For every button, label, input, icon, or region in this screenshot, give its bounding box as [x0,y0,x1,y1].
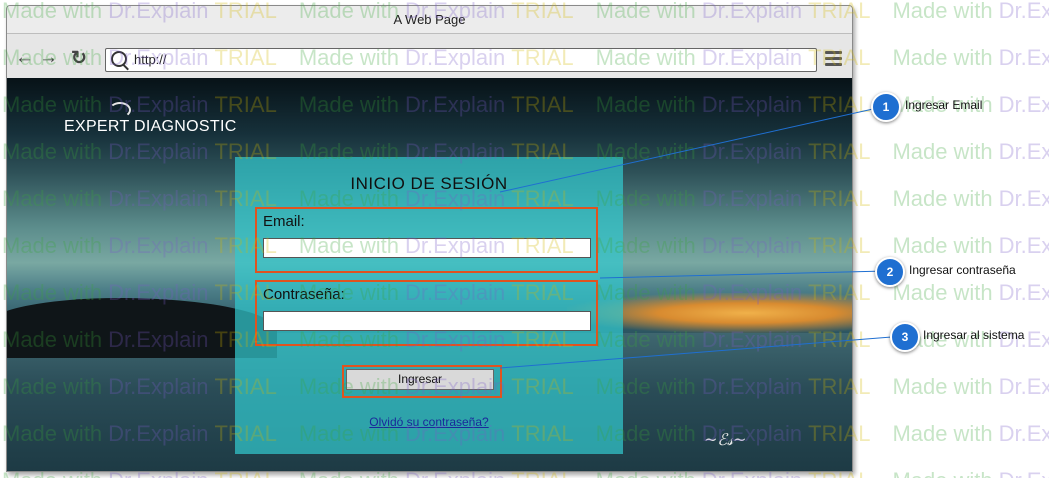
address-text: http:// [134,52,167,67]
email-field[interactable] [263,238,591,258]
forward-arrow-icon[interactable]: → [39,47,58,69]
browser-toolbar: ← → ↻ http:// [7,41,852,77]
login-button[interactable]: Ingresar [346,369,494,390]
artist-signature: ~ℰ𝓈~ [704,430,747,449]
reload-icon[interactable]: ↻ [71,47,87,70]
browser-window: A Web Page ← → ↻ http:// EXPERT DIAGNOST… [6,5,853,472]
callout-label-3: Ingresar al sistema [923,328,1025,342]
brand-title: EXPERT DIAGNOSTIC [64,118,237,135]
login-panel: INICIO DE SESIÓN Email: Contraseña: Ingr… [235,157,623,454]
logo-icon [109,102,131,118]
search-icon [111,51,127,67]
email-group: Email: [255,207,598,273]
window-title: A Web Page [7,6,852,34]
address-bar[interactable]: http:// [105,48,817,72]
callout-badge-1: 1 [871,92,901,122]
forgot-password-link[interactable]: Olvidó su contraseña? [235,415,623,429]
login-title: INICIO DE SESIÓN [350,174,508,193]
page-content: EXPERT DIAGNOSTIC ~ℰ𝓈~ INICIO DE SESIÓN … [7,78,852,471]
password-group: Contraseña: [255,280,598,346]
submit-highlight: Ingresar [342,365,502,398]
callout-label-2: Ingresar contraseña [909,263,1016,277]
callout-badge-3: 3 [890,322,920,352]
callout-label-1: Ingresar Email [905,98,983,112]
password-field[interactable] [263,311,591,331]
menu-icon[interactable] [825,51,842,69]
callout-badge-2: 2 [875,257,905,287]
password-label: Contraseña: [263,286,345,303]
back-arrow-icon[interactable]: ← [15,47,34,69]
email-label: Email: [263,213,305,230]
